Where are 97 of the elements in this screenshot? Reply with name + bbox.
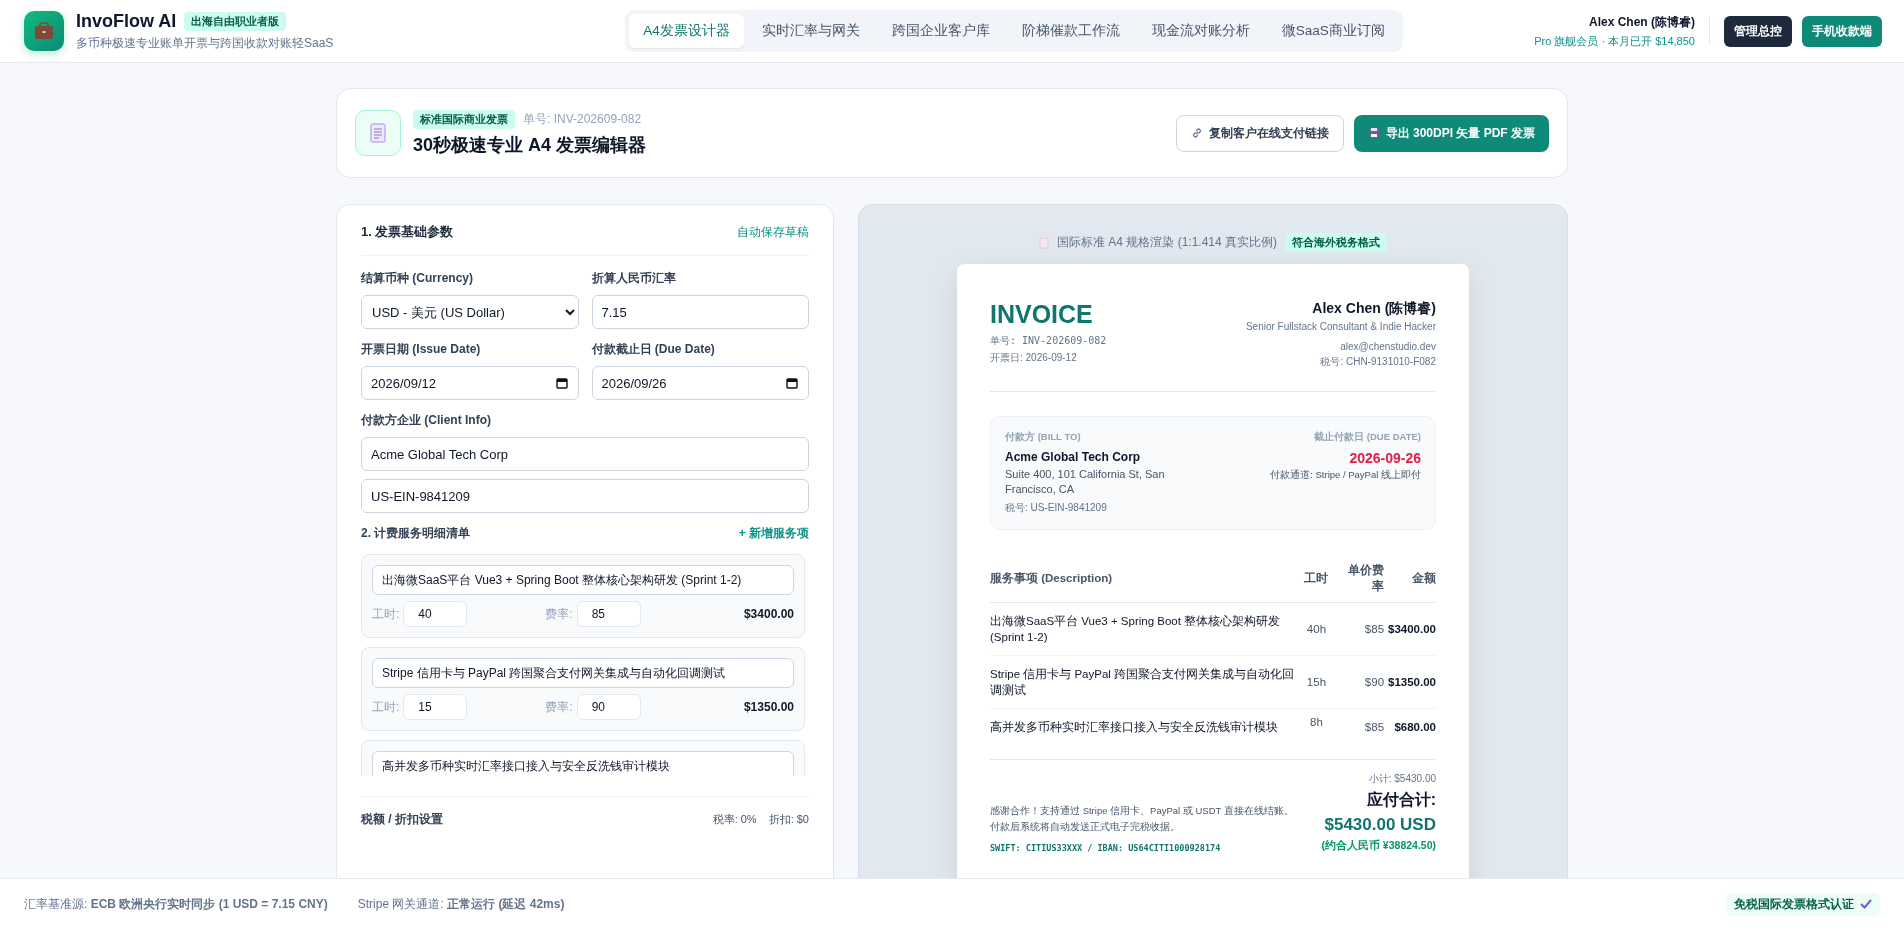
nav-tab[interactable]: 跨国企业客户库 [877, 14, 1004, 48]
description-input[interactable]: Stripe 信用卡与 PayPal 跨国聚合支付网关集成与自动化回调测试 [372, 658, 794, 688]
client-name-input[interactable]: Acme Global Tech Corp [361, 437, 809, 471]
column-header: 金额 [1412, 571, 1436, 584]
hours-input[interactable]: 40 [403, 601, 468, 627]
header-button[interactable]: 手机收款端 [1802, 15, 1882, 47]
table-cell: $1350.00 [1388, 676, 1436, 689]
autosave-status: 自动保存草稿 [737, 223, 809, 241]
calendar-icon [786, 377, 798, 389]
invoice-number: 单号: INV-202609-082 [990, 334, 1107, 348]
client-address: Suite 400, 101 California St, San Francisco, CA [1005, 467, 1166, 498]
discount: 折扣: $0 [768, 812, 809, 827]
hours-label: 工时: [372, 605, 400, 623]
editor-title: 30秒极速专业 A4 发票编辑器 [413, 133, 648, 157]
check-icon [1860, 899, 1872, 909]
preview-caption: 国际标准 A4 规格渲染 (1:1.414 真实比例) [1056, 234, 1277, 251]
rate-input[interactable]: 90 [576, 694, 641, 720]
table-cell: 高并发多币种实时汇率接口接入与安全反洗钱审计模块 [990, 721, 1278, 734]
payment-channel: 付款通道: Stripe / PayPal 线上即付 [1270, 469, 1421, 482]
compliance-badge: 符合海外税务格式 [1285, 233, 1387, 252]
client-tax-id: 税号: US-EIN-9841209 [1005, 500, 1108, 515]
table-cell: 15h [1306, 676, 1327, 689]
bill-to-label: 付款方 (BILL TO) [1005, 431, 1082, 444]
table-cell: $90 [1364, 676, 1385, 689]
currency-select[interactable]: USD - 美元 (US Dollar) [361, 295, 579, 329]
hours-label: 工时: [372, 698, 400, 716]
rate-label: 费率: [545, 698, 573, 716]
nav-tab[interactable]: 阶梯催款工作流 [1007, 14, 1134, 48]
seller-role: Senior Fullstack Consultant & Indie Hacker [1245, 321, 1436, 332]
item-amount: $1350.00 [743, 700, 794, 714]
nav-tab[interactable]: A4发票设计器 [629, 14, 744, 48]
issue-date: 开票日: 2026-09-12 [990, 351, 1078, 365]
calendar-icon [555, 377, 568, 389]
plan-info: Pro 旗舰会员 · 本月已开 $14,850 [1534, 33, 1695, 49]
hours-input[interactable]: 15 [403, 694, 468, 720]
table-cell: 出海微SaaS平台 Vue3 + Spring Boot 整体核心架构研发 (Sprint 1-2) [990, 614, 1281, 644]
subtotal: 小计: $5430.00 [1368, 772, 1436, 787]
field-label: 付款截止日 (Due Date) [591, 341, 716, 358]
section-title: 2. 计费服务明细清单 [361, 525, 471, 542]
due-date: 2026-09-26 [1349, 450, 1421, 466]
description-input[interactable]: 出海微SaaS平台 Vue3 + Spring Boot 整体核心架构研发 (Sprint 1-2) [372, 565, 794, 595]
tax-rate: 税率: 0% [712, 812, 757, 827]
due-date-label: 截止付款日 (DUE DATE) [1314, 431, 1421, 444]
total-amount: $5430.00 USD [1324, 815, 1436, 836]
table-cell: $3400.00 [1388, 623, 1436, 635]
payment-note: 感谢合作！支持通过 Stripe 信用卡、PayPal 或 USDT 直接在线结账。付款后系统将自动发送正式电子完税收据。 [990, 804, 1295, 835]
seller-email: alex@chenstudio.dev [1340, 341, 1436, 352]
exchange-rate-input[interactable]: 7.15 [591, 295, 809, 329]
section-title: 1. 发票基础参数 [361, 223, 454, 241]
invoice-number: 单号: INV-202609-082 [523, 110, 642, 128]
document-icon [1038, 236, 1049, 249]
total-label: 应付合计: [1366, 790, 1436, 811]
gateway-status: Stripe 网关通道: 正常运行 (延迟 42ms) [357, 895, 565, 913]
action-button[interactable]: 复制客户在线支付链接 [1175, 114, 1344, 152]
client-tax-id-input[interactable]: US-EIN-9841209 [361, 479, 809, 513]
table-cell: 40h [1306, 623, 1327, 635]
nav-tab[interactable]: 实时汇率与网关 [747, 14, 874, 48]
field-label: 付款方企业 (Client Info) [361, 412, 492, 429]
user-name: Alex Chen (陈博睿) [1588, 13, 1695, 31]
invoice-title: INVOICE [990, 300, 1094, 329]
issue-date-field[interactable]: 2026/09/12 [361, 366, 579, 400]
action-button[interactable]: 导出 300DPI 矢量 PDF 发票 [1353, 114, 1549, 152]
link-icon [1190, 127, 1203, 139]
client-company: Acme Global Tech Corp [1005, 450, 1142, 464]
tax-discount-label: 税额 / 折扣设置 [361, 811, 443, 828]
nav-tab[interactable]: 现金流对账分析 [1137, 14, 1264, 48]
app-name: InvoFlow AI [76, 10, 177, 32]
field-label: 折算人民币汇率 [591, 270, 677, 287]
header-button[interactable]: 管理总控 [1724, 15, 1792, 47]
description-input[interactable]: 高并发多币种实时汇率接口接入与安全反洗钱审计模块 [372, 751, 794, 776]
invoice-type-tag: 标准国际商业发票 [413, 109, 515, 129]
app-subtitle: 多币种极速专业账单开票与跨国收款对账轻SaaS [76, 34, 334, 52]
seller-name: Alex Chen (陈博睿) [1312, 300, 1436, 318]
column-header: 工时 [1304, 571, 1329, 584]
field-label: 结算币种 (Currency) [361, 270, 474, 287]
add-item-button[interactable]: + 新增服务项 [738, 525, 809, 542]
total-cny: (约合人民币 ¥38824.50) [1321, 839, 1436, 854]
nav-tab[interactable]: 微SaaS商业订阅 [1267, 14, 1399, 48]
due-date-field[interactable]: 2026/09/26 [591, 366, 809, 400]
edition-badge: 出海自由职业者版 [184, 11, 287, 31]
table-cell: 8h [1310, 716, 1323, 729]
document-icon [355, 110, 401, 156]
item-amount: $3400.00 [743, 607, 794, 621]
rate-input[interactable]: 85 [576, 601, 641, 627]
certification-badge: 免税国际发票格式认证 [1726, 892, 1880, 916]
column-header: 单价费率 [1348, 563, 1385, 592]
field-label: 开票日期 (Issue Date) [361, 341, 482, 358]
table-cell: $85 [1364, 623, 1385, 635]
table-cell: $680.00 [1394, 721, 1436, 734]
rate-label: 费率: [545, 605, 573, 623]
column-header: 服务事项 (Description) [990, 571, 1113, 584]
table-cell: Stripe 信用卡与 PayPal 跨国聚合支付网关集成与自动化回调测试 [990, 668, 1295, 697]
briefcase-logo-icon [24, 11, 64, 51]
rate-source-status: 汇率基准源: ECB 欧洲央行实时同步 (1 USD = 7.15 CNY) [24, 895, 328, 913]
table-cell: $85 [1364, 721, 1385, 734]
seller-tax-id: 税号: CHN-9131010-F082 [1320, 355, 1436, 369]
bank-details: SWIFT: CITIUS33XXX / IBAN: US64CITI1000928174 [990, 843, 1222, 854]
